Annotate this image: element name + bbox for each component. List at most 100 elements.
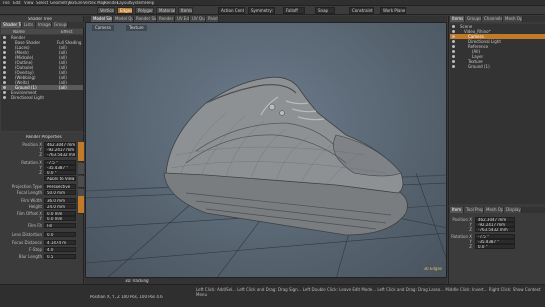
item-property-field[interactable]: 0.0 °	[475, 244, 515, 249]
eye-icon[interactable]	[3, 36, 6, 39]
tab-images[interactable]: Images	[36, 22, 52, 28]
action-center-dropdown[interactable]: Action Center	[218, 7, 245, 14]
viewport[interactable]: Camera Texture 30 Edges	[85, 22, 447, 278]
property-field[interactable]: 50.0 mm	[44, 190, 76, 195]
eye-icon[interactable]	[452, 60, 455, 63]
side-tab-render[interactable]	[78, 163, 84, 175]
tab-items[interactable]: Items	[450, 16, 465, 22]
eye-icon[interactable]	[452, 25, 455, 28]
eye-icon[interactable]	[3, 86, 6, 89]
property-field[interactable]: 36.0 mm	[44, 198, 76, 203]
side-tab-active[interactable]	[78, 196, 84, 214]
falloff-dropdown[interactable]: Falloff	[283, 7, 305, 14]
items-panel: Items Groups Channels Mesh Ops Scene Vid…	[448, 16, 545, 206]
menu-layout[interactable]: Layout	[117, 1, 131, 5]
eye-icon[interactable]	[452, 35, 455, 38]
item-properties-tabs: Item Tool Prop Mesh Ops Display	[449, 207, 545, 213]
column-effect[interactable]: Effect	[61, 30, 73, 34]
eye-icon[interactable]	[452, 65, 455, 68]
property-field[interactable]: Perspective	[44, 184, 76, 189]
eye-icon[interactable]	[452, 55, 455, 58]
tab-channels[interactable]: Channels	[482, 16, 503, 22]
tab-shader-tree[interactable]: Shader Tree	[1, 22, 22, 28]
property-label: Blur Length	[18, 254, 42, 259]
item-property-field[interactable]: -763.5432 mm	[475, 227, 515, 232]
status-bar: Position X, Y, Z 100 Pos, 100 Pos 4.6 Le…	[0, 284, 545, 307]
property-field[interactable]: Fill	[44, 223, 76, 228]
tab-groups[interactable]: Groups	[52, 22, 68, 28]
menu-view[interactable]: View	[24, 1, 34, 5]
edges-button[interactable]: Edges	[117, 7, 133, 14]
property-label: Focal Length	[16, 190, 42, 195]
property-field[interactable]: 4.1474 m	[44, 240, 76, 245]
property-label: Film Fit	[27, 223, 42, 228]
property-label: F-Stop	[29, 247, 42, 252]
tab-tool-prop[interactable]: Tool Prop	[464, 207, 484, 213]
tab-display[interactable]: Display	[504, 207, 522, 213]
property-label: Lens Distortion	[11, 232, 42, 237]
menu-system[interactable]: System	[130, 1, 145, 5]
items-button[interactable]: Items	[178, 7, 193, 14]
eye-icon[interactable]	[3, 41, 6, 44]
menu-select[interactable]: Select	[36, 1, 48, 5]
eye-icon[interactable]	[3, 71, 6, 74]
item-property-label: Z	[469, 244, 472, 249]
property-field[interactable]: 0.0	[44, 232, 76, 237]
eye-icon[interactable]	[452, 40, 455, 43]
eye-icon[interactable]	[3, 46, 6, 49]
tab-mesh-ops-2[interactable]: Mesh Ops	[484, 207, 504, 213]
workplane-dropdown[interactable]: Work Plane	[380, 7, 406, 14]
status-right: Left Click: Add/Sel... Left Click and Dr…	[196, 287, 541, 297]
item-property-label: Z	[469, 227, 472, 232]
eye-icon[interactable]	[3, 66, 6, 69]
tab-item[interactable]: Item	[450, 207, 464, 213]
menu-edit[interactable]: Edit	[13, 1, 21, 5]
eye-icon[interactable]	[3, 51, 6, 54]
tab-groups-right[interactable]: Groups	[465, 16, 482, 22]
list-item[interactable]: Directional Light	[1, 95, 83, 100]
eye-icon[interactable]	[3, 56, 6, 59]
menu-texture[interactable]: Texture	[68, 1, 83, 5]
property-field[interactable]: -763.5432 mm	[44, 152, 76, 157]
property-field[interactable]: 0.0 °	[44, 170, 76, 175]
tab-lists[interactable]: Lists	[22, 22, 36, 28]
menu-file[interactable]: File	[3, 1, 10, 5]
menu-vertex-map[interactable]: Vertex Map	[83, 1, 106, 5]
property-field[interactable]: Apply to View	[44, 176, 76, 181]
lace-toggle-2	[279, 110, 285, 116]
status-left: Position X, Y, Z 100 Pos, 100 Pos 4.6	[90, 295, 163, 299]
property-field[interactable]: 0.0 mm	[44, 216, 76, 221]
materials-button[interactable]: Materials	[156, 7, 176, 14]
snap-dropdown[interactable]: Snap	[315, 7, 335, 14]
eye-icon[interactable]	[3, 61, 6, 64]
property-field[interactable]: 0.5	[44, 254, 76, 259]
menu-help[interactable]: Help	[145, 1, 154, 5]
eye-icon[interactable]	[3, 76, 6, 79]
constraint-dropdown[interactable]: Constraint	[349, 7, 374, 14]
property-field[interactable]: 4.0	[44, 247, 76, 252]
eye-icon[interactable]	[3, 91, 6, 94]
vertices-button[interactable]: Vertices	[97, 7, 115, 14]
property-label: Y	[39, 216, 42, 221]
tab-mesh-ops[interactable]: Mesh Ops	[503, 16, 523, 22]
shader-list: Render Base Shader Full Shading (Laces) (a…	[1, 35, 83, 131]
property-field[interactable]: 24.0 mm	[44, 204, 76, 209]
eye-icon[interactable]	[452, 30, 455, 33]
side-tab-properties[interactable]	[78, 142, 84, 162]
column-name[interactable]: Name	[13, 30, 25, 34]
eye-icon[interactable]	[3, 81, 6, 84]
polygons-button[interactable]: Polygons	[135, 7, 154, 14]
property-label: Height	[28, 204, 42, 209]
eye-icon[interactable]	[3, 96, 6, 99]
eye-icon[interactable]	[452, 50, 455, 53]
eye-icon[interactable]	[452, 45, 455, 48]
shader-tree-tabs: Shader Tree Lists Images Groups	[0, 22, 84, 28]
list-item[interactable]: Ground (1)	[450, 64, 545, 69]
shader-tree-title: Shader Tree	[28, 17, 52, 21]
side-tab-camera[interactable]	[78, 176, 84, 188]
symmetry-dropdown[interactable]: Symmetry: Off	[248, 7, 275, 14]
menu-geometry[interactable]: Geometry	[50, 1, 70, 5]
items-tabs: Items Groups Channels Mesh Ops	[449, 16, 545, 22]
tracking-label: 3D Tracking	[125, 279, 149, 283]
property-label: Film Width	[20, 198, 42, 203]
